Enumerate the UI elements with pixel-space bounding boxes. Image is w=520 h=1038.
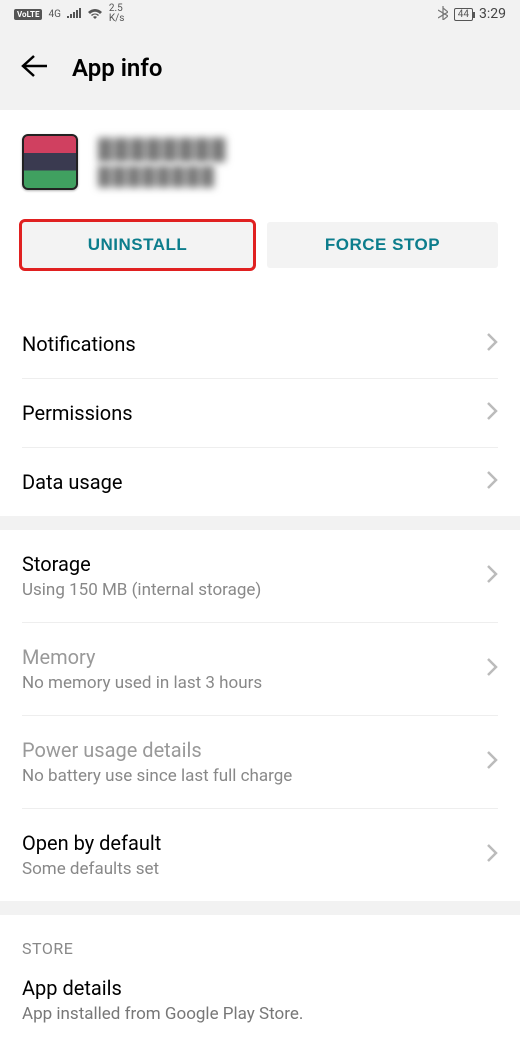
- wifi-icon: [87, 7, 103, 22]
- bluetooth-icon: [438, 6, 448, 23]
- chevron-right-icon: [486, 657, 498, 681]
- store-section-label: STORE: [0, 915, 520, 970]
- row-data-usage[interactable]: Data usage: [22, 448, 498, 516]
- battery-indicator: 44: [454, 8, 473, 21]
- divider: [0, 516, 520, 530]
- app-name: ████████: [98, 137, 227, 162]
- row-sublabel: No battery use since last full charge: [22, 766, 292, 786]
- back-icon[interactable]: [20, 54, 48, 82]
- row-app-details[interactable]: App details App installed from Google Pl…: [0, 970, 520, 1038]
- signal-icon: [67, 7, 81, 21]
- chevron-right-icon: [486, 564, 498, 588]
- divider: [0, 901, 520, 915]
- app-icon: [22, 134, 78, 190]
- chevron-right-icon: [486, 401, 498, 425]
- row-sublabel: No memory used in last 3 hours: [22, 673, 262, 693]
- row-label: Notifications: [22, 332, 136, 356]
- uninstall-button[interactable]: UNINSTALL: [22, 222, 253, 268]
- volte-badge: VoLTE: [14, 9, 42, 20]
- row-power[interactable]: Power usage details No battery use since…: [22, 716, 498, 809]
- chevron-right-icon: [486, 750, 498, 774]
- row-label: Power usage details: [22, 738, 292, 762]
- force-stop-button[interactable]: FORCE STOP: [267, 222, 498, 268]
- row-memory[interactable]: Memory No memory used in last 3 hours: [22, 623, 498, 716]
- row-sublabel: App installed from Google Play Store.: [22, 1004, 498, 1024]
- net-speed: 2.5 K/s: [109, 4, 125, 24]
- chevron-right-icon: [486, 332, 498, 356]
- row-sublabel: Some defaults set: [22, 859, 161, 879]
- row-label: Data usage: [22, 470, 122, 494]
- row-label: Open by default: [22, 831, 161, 855]
- row-open-default[interactable]: Open by default Some defaults set: [22, 809, 498, 901]
- row-storage[interactable]: Storage Using 150 MB (internal storage): [22, 530, 498, 623]
- chevron-right-icon: [486, 470, 498, 494]
- network-gen: 4G: [48, 9, 60, 20]
- row-permissions[interactable]: Permissions: [22, 379, 498, 448]
- row-sublabel: Using 150 MB (internal storage): [22, 580, 261, 600]
- app-header: App info: [0, 28, 520, 110]
- action-buttons: UNINSTALL FORCE STOP: [0, 210, 520, 276]
- app-version: ████████: [98, 166, 227, 187]
- row-label: Permissions: [22, 401, 133, 425]
- row-label: Memory: [22, 645, 262, 669]
- row-notifications[interactable]: Notifications: [22, 310, 498, 379]
- page-title: App info: [72, 54, 162, 82]
- app-identity: ████████ ████████: [0, 110, 520, 210]
- clock: 3:29: [479, 6, 506, 22]
- chevron-right-icon: [486, 843, 498, 867]
- row-label: App details: [22, 976, 498, 1000]
- row-label: Storage: [22, 552, 261, 576]
- status-bar: VoLTE 4G 2.5 K/s 44 3:29: [0, 0, 520, 28]
